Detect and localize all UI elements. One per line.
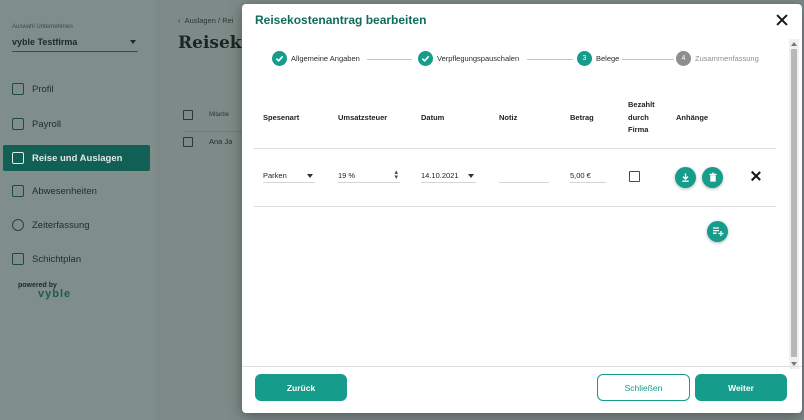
sidebar-item-label: Profil [32, 83, 54, 95]
dialog-title: Reisekostenantrag bearbeiten [255, 13, 427, 27]
company-select[interactable]: vyble Testfirma [12, 37, 138, 52]
close-icon[interactable] [776, 14, 788, 26]
divider [254, 148, 776, 149]
trash-icon [708, 172, 717, 182]
stopwatch-icon [12, 219, 24, 231]
col-bezahlt-line: durch [628, 112, 649, 122]
scrollbar[interactable] [789, 39, 799, 369]
col-umsatzsteuer: Umsatzsteuer [338, 113, 388, 122]
sidebar-item-abwesenheiten[interactable]: Abwesenheiten [3, 178, 150, 204]
stepper: Allgemeine Angaben Verpflegungspauschale… [272, 51, 762, 69]
powered-by-logo: powered by vyble [18, 282, 72, 300]
sidebar-item-schichtplan[interactable]: Schichtplan [3, 246, 150, 272]
col-betrag: Betrag [570, 113, 594, 122]
breadcrumb: ‹ Auslagen / Rei [178, 16, 233, 25]
step-belege[interactable]: 3 Belege [577, 51, 619, 66]
step-label: Verpflegungspauschalen [437, 54, 520, 63]
step-number: 3 [577, 51, 592, 66]
step-number: 4 [676, 51, 691, 66]
chevron-down-icon [307, 174, 313, 178]
col-anhaenge: Anhänge [676, 113, 709, 122]
profile-icon [12, 83, 24, 95]
step-label: Allgemeine Angaben [291, 54, 360, 63]
col-bezahlt-line: Bezahlt [628, 100, 655, 109]
umsatzsteuer-value: 19 % [338, 171, 356, 180]
col-bezahlt-durch-firma: Bezahlt durch Firma [628, 99, 655, 137]
step-label: Zusammenfassung [695, 54, 759, 63]
step-connector [527, 59, 573, 60]
row-checkbox[interactable] [183, 136, 193, 147]
shift-plan-icon [12, 253, 24, 265]
payroll-icon [12, 118, 24, 130]
col-datum: Datum [421, 113, 445, 122]
sidebar-item-payroll[interactable]: Payroll [3, 111, 150, 137]
breadcrumb-text: Auslagen / Rei [184, 16, 234, 25]
table-header-label: Mitarbe [209, 112, 230, 118]
betrag-value: 5,00 € [570, 171, 591, 180]
col-bezahlt-line: Firma [628, 125, 649, 134]
scrollbar-thumb[interactable] [791, 49, 797, 357]
col-spesenart: Spesenart [263, 113, 300, 122]
chevron-down-icon [130, 40, 136, 44]
back-button[interactable]: Zurück [255, 374, 347, 401]
delete-attachment-button[interactable] [702, 167, 723, 188]
sidebar-item-zeiterfassung[interactable]: Zeiterfassung [3, 212, 150, 238]
playlist-add-icon [712, 227, 723, 236]
sidebar-item-reise-und-auslagen[interactable]: Reise und Auslagen [3, 145, 150, 171]
sidebar: Auswahl Unternehmen vyble Testfirma Prof… [0, 0, 156, 420]
updown-arrows-icon: ▴ ▾ [394, 169, 398, 181]
remove-row-icon[interactable] [751, 171, 761, 181]
brand-logo: vyble [38, 288, 72, 300]
spesenart-value: Parken [263, 171, 287, 180]
calendar-icon [12, 185, 24, 197]
row-name: Ana Ja [209, 137, 233, 146]
breadcrumb-chevron-icon: ‹ [178, 16, 185, 25]
spesenart-select[interactable]: Parken [263, 169, 315, 183]
notiz-input[interactable] [499, 169, 549, 183]
scroll-up-icon[interactable] [791, 42, 797, 46]
company-label: Auswahl Unternehmen [12, 24, 73, 30]
bezahlt-checkbox[interactable] [629, 171, 640, 182]
datum-select[interactable]: 14.10.2021 [421, 169, 476, 183]
step-connector [622, 59, 674, 60]
sidebar-item-label: Reise und Auslagen [32, 152, 123, 164]
datum-value: 14.10.2021 [421, 171, 459, 180]
company-select-value: vyble Testfirma [12, 37, 78, 47]
divider [242, 366, 802, 367]
step-allgemeine-angaben[interactable]: Allgemeine Angaben [272, 51, 360, 66]
sidebar-item-profil[interactable]: Profil [3, 76, 150, 102]
travel-icon [12, 152, 24, 164]
sidebar-item-label: Payroll [32, 118, 62, 130]
sidebar-item-label: Abwesenheiten [32, 185, 97, 197]
step-zusammenfassung[interactable]: 4 Zusammenfassung [676, 51, 759, 66]
add-row-button[interactable] [707, 221, 728, 242]
col-notiz: Notiz [499, 113, 518, 122]
check-icon [272, 51, 287, 66]
chevron-down-icon [468, 174, 474, 178]
umsatzsteuer-select[interactable]: 19 % ▴ ▾ [338, 169, 400, 183]
next-button[interactable]: Weiter [695, 374, 787, 401]
check-icon [418, 51, 433, 66]
step-label: Belege [596, 54, 620, 63]
divider [254, 206, 776, 207]
edit-expense-dialog: Reisekostenantrag bearbeiten Allgemeine … [242, 4, 802, 413]
step-verpflegungspauschalen[interactable]: Verpflegungspauschalen [418, 51, 519, 66]
betrag-input[interactable]: 5,00 € [570, 169, 606, 183]
sidebar-item-label: Schichtplan [32, 253, 82, 265]
download-button[interactable] [675, 167, 696, 188]
sidebar-item-label: Zeiterfassung [32, 219, 90, 231]
download-icon [682, 173, 689, 182]
select-all-checkbox[interactable] [183, 110, 193, 120]
step-connector [367, 59, 412, 60]
close-button[interactable]: Schließen [597, 374, 690, 401]
